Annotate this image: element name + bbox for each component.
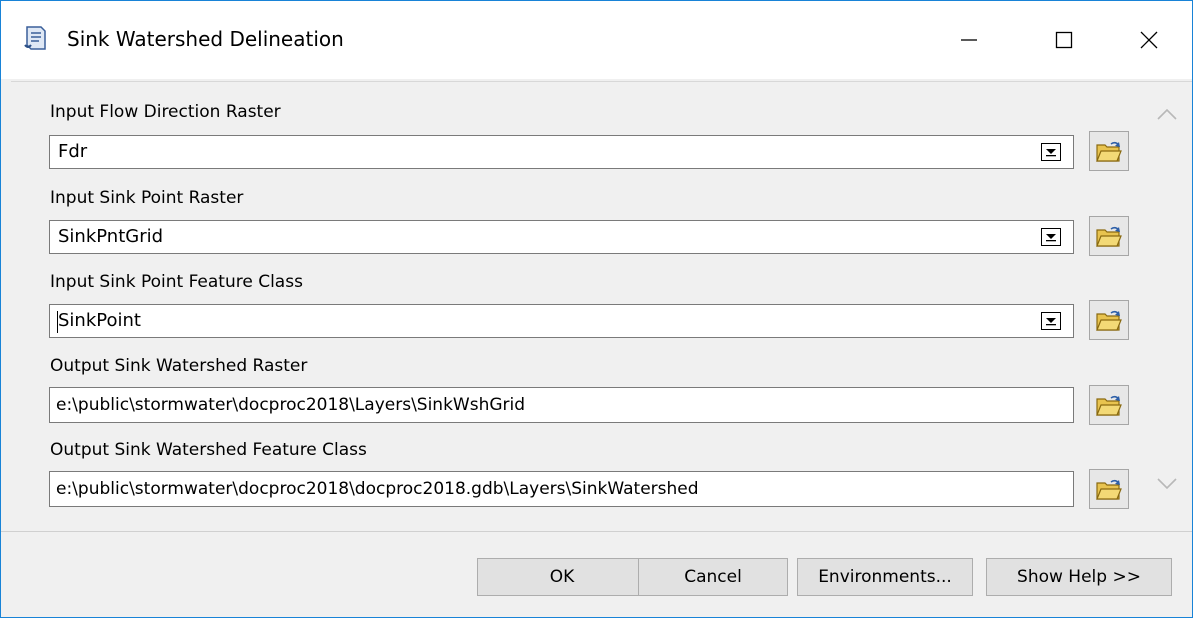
close-button[interactable] <box>1109 1 1189 79</box>
combo-value: SinkPntGrid <box>58 226 164 247</box>
output-raster-input[interactable]: e:\public\stormwater\docproc2018\Layers\… <box>49 387 1074 423</box>
flow-direction-combo[interactable]: Fdr <box>49 135 1074 169</box>
close-icon <box>1140 31 1158 49</box>
dialog-window: Sink Watershed Delineation Input Flow Di… <box>0 0 1193 618</box>
minimize-icon <box>961 39 977 41</box>
open-folder-icon <box>1096 395 1122 416</box>
field-label: Input Flow Direction Raster <box>50 102 281 122</box>
environments-button[interactable]: Environments... <box>797 558 973 596</box>
minimize-button[interactable] <box>929 1 1009 79</box>
sink-point-raster-combo[interactable]: SinkPntGrid <box>49 220 1074 254</box>
input-value: e:\public\stormwater\docproc2018\docproc… <box>56 479 699 499</box>
combo-value: SinkPoint <box>58 310 141 331</box>
chevron-down-icon <box>1046 318 1056 326</box>
field-label: Output Sink Watershed Feature Class <box>50 440 367 460</box>
browse-button[interactable] <box>1089 216 1129 256</box>
open-folder-icon <box>1096 479 1122 500</box>
script-scroll-icon <box>24 26 46 50</box>
field-label: Input Sink Point Feature Class <box>50 272 303 292</box>
cancel-button[interactable]: Cancel <box>638 558 788 596</box>
ok-button[interactable]: OK <box>477 558 647 596</box>
chevron-down-icon <box>1046 149 1056 157</box>
window-title: Sink Watershed Delineation <box>67 27 344 51</box>
dropdown-button[interactable] <box>1041 143 1061 161</box>
input-value: e:\public\stormwater\docproc2018\Layers\… <box>56 395 526 415</box>
maximize-icon <box>1055 31 1073 49</box>
title-bar[interactable]: Sink Watershed Delineation <box>1 1 1192 79</box>
output-feature-class-input[interactable]: e:\public\stormwater\docproc2018\docproc… <box>49 471 1074 507</box>
field-label: Output Sink Watershed Raster <box>50 356 308 376</box>
footer-divider <box>1 531 1192 532</box>
combo-value: Fdr <box>58 141 88 162</box>
dropdown-button[interactable] <box>1041 228 1061 246</box>
show-help-button[interactable]: Show Help >> <box>986 558 1172 596</box>
open-folder-icon <box>1096 310 1122 331</box>
open-folder-icon <box>1096 141 1122 162</box>
browse-button[interactable] <box>1089 469 1129 509</box>
chevron-down-icon <box>1046 234 1056 242</box>
dropdown-button[interactable] <box>1041 312 1061 330</box>
scroll-down-icon[interactable] <box>1156 477 1178 491</box>
maximize-button[interactable] <box>1024 1 1104 79</box>
browse-button[interactable] <box>1089 385 1129 425</box>
open-folder-icon <box>1096 226 1122 247</box>
browse-button[interactable] <box>1089 131 1129 171</box>
field-label: Input Sink Point Raster <box>50 188 244 208</box>
scroll-up-icon[interactable] <box>1156 107 1178 121</box>
sink-point-feature-class-combo[interactable]: SinkPoint <box>49 304 1074 338</box>
browse-button[interactable] <box>1089 300 1129 340</box>
